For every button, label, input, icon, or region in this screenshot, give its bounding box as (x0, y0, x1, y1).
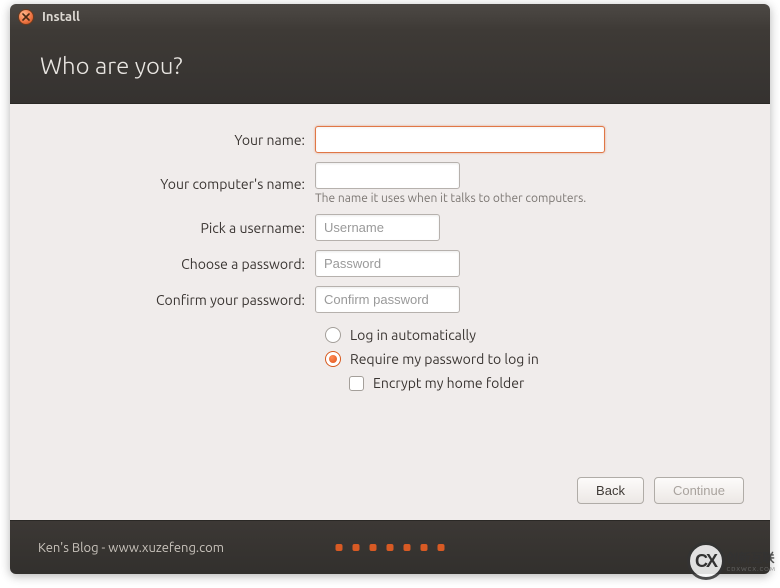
watermark-sub: CDXWCX.COM (727, 566, 776, 573)
username-input[interactable] (315, 214, 440, 241)
dot (387, 544, 394, 551)
dot (370, 544, 377, 551)
watermark-text: 创新互联 (727, 549, 776, 566)
row-name: Your name: (40, 126, 740, 153)
continue-button[interactable]: Continue (654, 477, 744, 504)
option-auto-login[interactable]: Log in automatically (325, 327, 740, 343)
row-username: Pick a username: (40, 214, 740, 241)
row-confirm: Confirm your password: (40, 286, 740, 313)
label-username: Pick a username: (40, 220, 315, 236)
window-title: Install (42, 10, 80, 24)
computer-name-input[interactable] (315, 162, 460, 189)
label-password: Choose a password: (40, 256, 315, 272)
radio-icon (325, 351, 341, 367)
computer-name-hint: The name it uses when it talks to other … (315, 192, 740, 205)
confirm-password-input[interactable] (315, 286, 460, 313)
dot (353, 544, 360, 551)
footer: Ken's Blog - www.xuzefeng.com (10, 520, 770, 574)
checkbox-label: Encrypt my home folder (373, 375, 524, 391)
dot (421, 544, 428, 551)
header: Who are you? (10, 30, 770, 104)
page-title: Who are you? (40, 52, 740, 79)
watermark-logo: CX (687, 542, 725, 580)
dot (404, 544, 411, 551)
login-options: Log in automatically Require my password… (325, 327, 740, 391)
label-confirm: Confirm your password: (40, 292, 315, 308)
radio-label: Log in automatically (350, 327, 476, 343)
radio-icon (325, 327, 341, 343)
dot (336, 544, 343, 551)
dot (438, 544, 445, 551)
row-password: Choose a password: (40, 250, 740, 277)
watermark: CX 创新互联 CDXWCX.COM (687, 542, 776, 580)
footer-text: Ken's Blog - www.xuzefeng.com (38, 541, 224, 555)
label-name: Your name: (40, 132, 315, 148)
progress-dots (336, 544, 445, 551)
close-icon (22, 13, 30, 21)
option-encrypt-home[interactable]: Encrypt my home folder (349, 375, 740, 391)
option-require-password[interactable]: Require my password to log in (325, 351, 740, 367)
back-button[interactable]: Back (577, 477, 644, 504)
content: Your name: Your computer's name: The nam… (10, 104, 770, 520)
close-button[interactable] (18, 9, 34, 25)
checkbox-icon (349, 376, 364, 391)
label-computer: Your computer's name: (40, 176, 315, 192)
row-computer: Your computer's name: The name it uses w… (40, 162, 740, 205)
radio-label: Require my password to log in (350, 351, 539, 367)
install-window: Install Who are you? Your name: Your com… (10, 4, 770, 574)
your-name-input[interactable] (315, 126, 605, 153)
password-input[interactable] (315, 250, 460, 277)
nav-buttons: Back Continue (577, 477, 744, 504)
titlebar: Install (10, 4, 770, 30)
